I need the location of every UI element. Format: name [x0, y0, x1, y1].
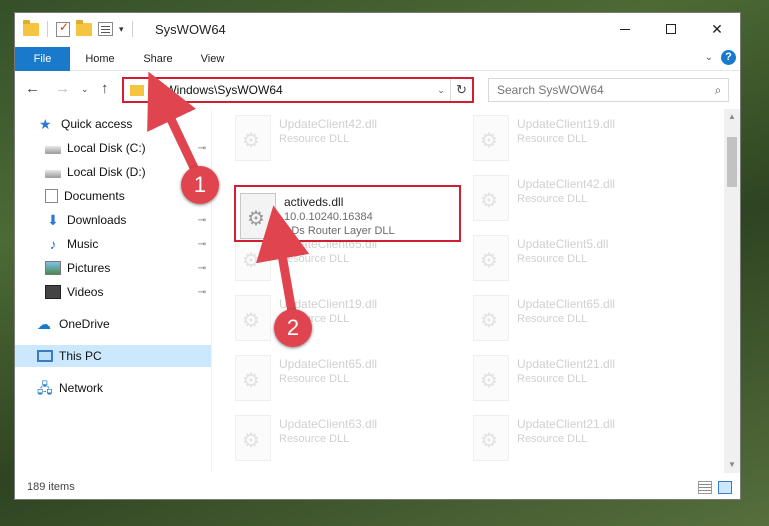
callout-step-2: 2 — [274, 309, 312, 347]
annotation-arrows — [147, 71, 310, 317]
callout-step-1: 1 — [181, 166, 219, 204]
arrow-to-address-bar — [147, 71, 201, 177]
arrow-to-file — [256, 205, 310, 317]
